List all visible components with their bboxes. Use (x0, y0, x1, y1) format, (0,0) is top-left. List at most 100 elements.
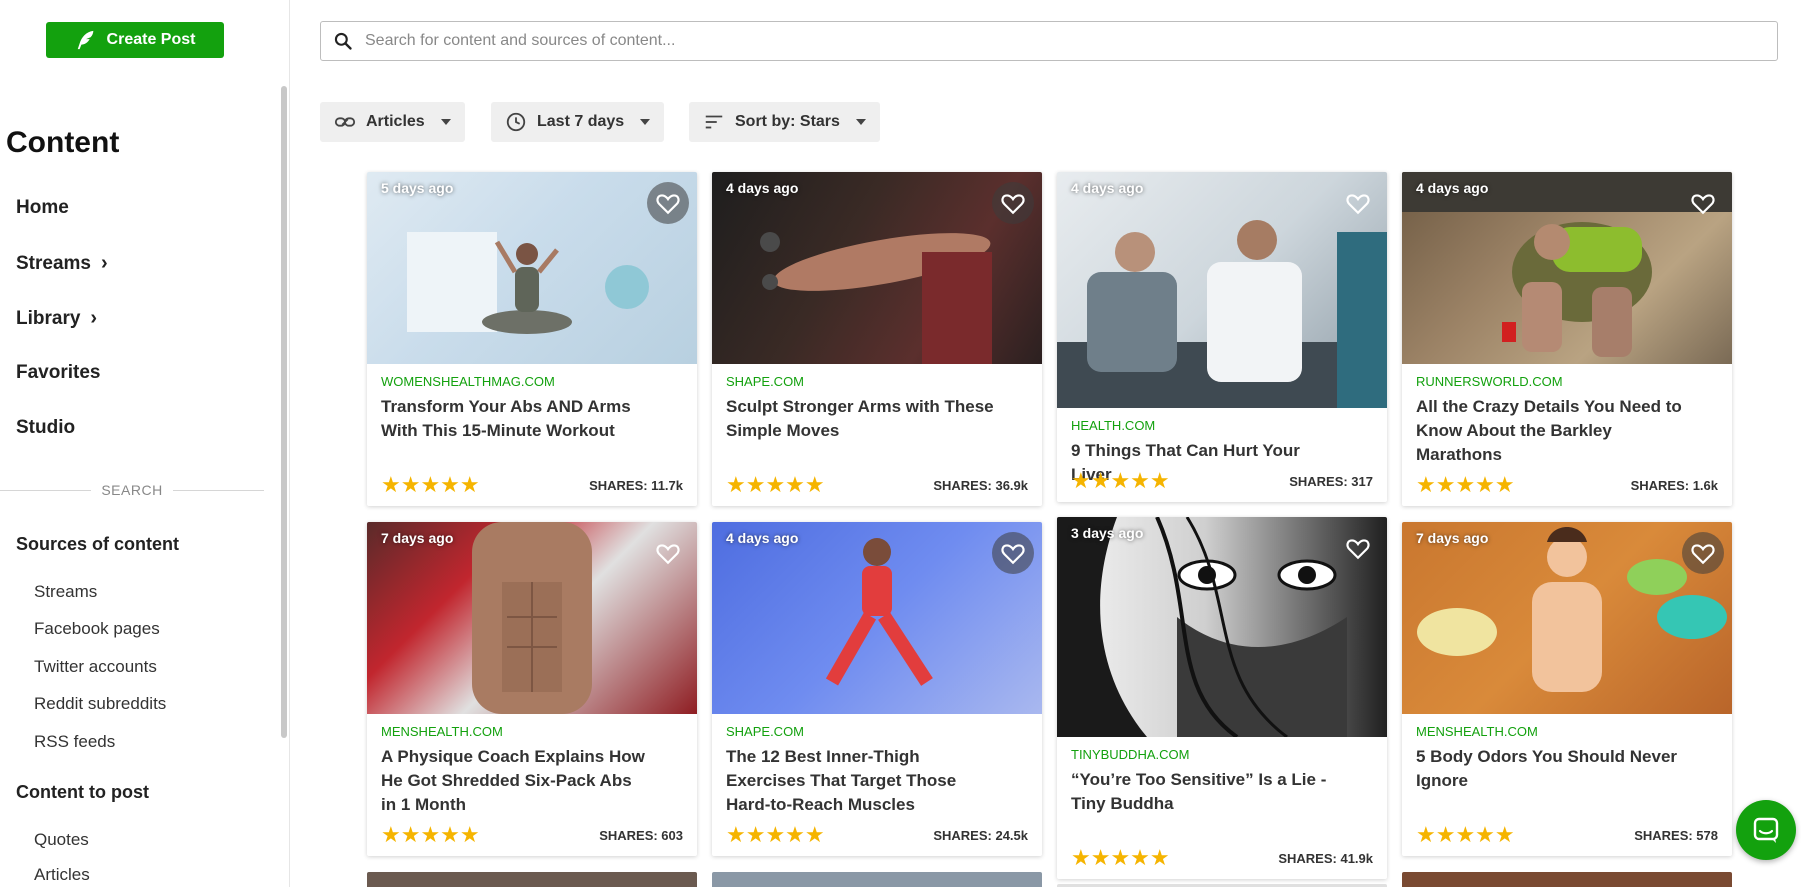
search-icon (334, 32, 352, 50)
article-body: WOMENSHEALTHMAG.COM Transform Your Abs A… (367, 364, 697, 506)
article-body: MENSHEALTH.COM A Physique Coach Explains… (367, 714, 697, 856)
article-card[interactable]: 5 days ago WOMENSHEALTHMAG.COM Transform… (367, 172, 697, 506)
filter-time-range-label: Last 7 days (537, 113, 625, 130)
star-rating: ★★★★★ (726, 822, 825, 847)
article-age: 4 days ago (726, 180, 799, 196)
favorite-button[interactable] (992, 182, 1034, 224)
nav-studio[interactable]: Studio (16, 417, 75, 439)
article-title[interactable]: 5 Body Odors You Should Never Ignore (1416, 745, 1686, 793)
article-thumbnail[interactable]: 4 days ago (712, 522, 1042, 714)
article-source[interactable]: RUNNERSWORLD.COM (1416, 374, 1718, 389)
feather-icon (77, 30, 93, 50)
article-body: HEALTH.COM 9 Things That Can Hurt Your L… (1057, 408, 1387, 502)
sidebar-title: Content (6, 126, 120, 159)
nav-favorites[interactable]: Favorites (16, 362, 100, 384)
article-title[interactable]: The 12 Best Inner-Thigh Exercises That T… (726, 745, 996, 817)
article-thumbnail[interactable]: 4 days ago (712, 172, 1042, 364)
search-bar[interactable] (320, 21, 1778, 61)
source-facebook-pages[interactable]: Facebook pages (34, 619, 160, 639)
article-footer: ★★★★★ SHARES: 603 (381, 822, 683, 848)
article-card[interactable]: 3 days ago TINYBUDDHA.COM “You’re Too Se… (1057, 517, 1387, 879)
article-source[interactable]: SHAPE.COM (726, 724, 1028, 739)
article-footer: ★★★★★ SHARES: 1.6k (1416, 472, 1718, 498)
source-reddit-subreddits[interactable]: Reddit subreddits (34, 694, 166, 714)
article-card-partial[interactable] (367, 872, 697, 887)
article-body: SHAPE.COM The 12 Best Inner-Thigh Exerci… (712, 714, 1042, 856)
nav-library-label: Library (16, 307, 81, 329)
favorite-button[interactable] (1337, 527, 1379, 569)
source-twitter-accounts[interactable]: Twitter accounts (34, 657, 157, 677)
article-card[interactable]: 4 days ago SHAPE.COM Sculpt Stronger Arm… (712, 172, 1042, 506)
heart-icon (1346, 194, 1370, 215)
filter-content-type[interactable]: Articles (320, 102, 465, 142)
article-footer: ★★★★★ SHARES: 11.7k (381, 472, 683, 498)
post-articles[interactable]: Articles (34, 865, 90, 885)
article-card[interactable]: 7 days ago MENSHEALTH.COM A Physique Coa… (367, 522, 697, 856)
article-age: 4 days ago (1416, 180, 1489, 196)
article-age: 7 days ago (381, 530, 454, 546)
favorite-button[interactable] (1682, 532, 1724, 574)
create-post-button[interactable]: Create Post (46, 22, 224, 58)
article-footer: ★★★★★ SHARES: 24.5k (726, 822, 1028, 848)
article-source[interactable]: TINYBUDDHA.COM (1071, 747, 1373, 762)
favorite-button[interactable] (992, 532, 1034, 574)
post-quotes[interactable]: Quotes (34, 830, 89, 850)
article-title[interactable]: Transform Your Abs AND Arms With This 15… (381, 395, 651, 443)
article-body: TINYBUDDHA.COM “You’re Too Sensitive” Is… (1057, 737, 1387, 879)
article-card[interactable]: 7 days ago MENSHEALTH.COM 5 Body Odors Y… (1402, 522, 1732, 856)
article-source[interactable]: MENSHEALTH.COM (1416, 724, 1718, 739)
article-title[interactable]: All the Crazy Details You Need to Know A… (1416, 395, 1686, 467)
filter-sort[interactable]: Sort by: Stars (689, 102, 880, 142)
sidebar-scrollbar[interactable] (281, 86, 287, 738)
article-thumbnail[interactable]: 7 days ago (367, 522, 697, 714)
star-rating: ★★★★★ (1071, 468, 1170, 493)
article-thumbnail[interactable]: 5 days ago (367, 172, 697, 364)
article-age: 4 days ago (1071, 180, 1144, 196)
article-card-partial[interactable] (712, 872, 1042, 887)
heart-icon (656, 194, 680, 215)
sources-heading: Sources of content (16, 534, 180, 554)
source-rss-feeds[interactable]: RSS feeds (34, 732, 115, 752)
favorite-button[interactable] (1337, 182, 1379, 224)
nav-library[interactable]: Library › (16, 307, 97, 330)
star-rating: ★★★★★ (1416, 822, 1515, 847)
article-body: RUNNERSWORLD.COM All the Crazy Details Y… (1402, 364, 1732, 506)
caret-down-icon (440, 119, 451, 125)
filter-sort-label: Sort by: Stars (735, 113, 840, 130)
chat-button[interactable] (1736, 800, 1796, 860)
article-source[interactable]: SHAPE.COM (726, 374, 1028, 389)
favorite-button[interactable] (647, 182, 689, 224)
article-title[interactable]: Sculpt Stronger Arms with These Simple M… (726, 395, 996, 443)
article-title[interactable]: A Physique Coach Explains How He Got Shr… (381, 745, 651, 817)
filter-time-range[interactable]: Last 7 days (491, 102, 665, 142)
article-footer: ★★★★★ SHARES: 578 (1416, 822, 1718, 848)
article-card[interactable]: 4 days ago RUNNERSWORLD.COM All the Craz… (1402, 172, 1732, 506)
article-card-partial[interactable] (1402, 872, 1732, 887)
share-count: SHARES: 1.6k (1630, 477, 1718, 493)
star-rating: ★★★★★ (381, 472, 480, 497)
favorite-button[interactable] (1682, 182, 1724, 224)
link-icon (334, 117, 356, 127)
source-streams[interactable]: Streams (34, 582, 97, 602)
article-title[interactable]: “You’re Too Sensitive” Is a Lie - Tiny B… (1071, 768, 1341, 816)
article-source[interactable]: WOMENSHEALTHMAG.COM (381, 374, 683, 389)
article-card[interactable]: 4 days ago SHAPE.COM The 12 Best Inner-T… (712, 522, 1042, 856)
heart-icon (1346, 539, 1370, 560)
article-age: 4 days ago (726, 530, 799, 546)
nav-streams[interactable]: Streams › (16, 252, 108, 275)
search-input[interactable] (365, 32, 1745, 50)
article-thumbnail[interactable]: 3 days ago (1057, 517, 1387, 737)
chevron-right-icon: › (90, 307, 98, 329)
article-source[interactable]: MENSHEALTH.COM (381, 724, 683, 739)
article-thumbnail[interactable]: 4 days ago (1057, 172, 1387, 408)
article-body: SHAPE.COM Sculpt Stronger Arms with Thes… (712, 364, 1042, 506)
chevron-right-icon: › (101, 252, 108, 274)
filter-content-type-label: Articles (366, 113, 425, 130)
favorite-button[interactable] (647, 532, 689, 574)
article-thumbnail[interactable]: 4 days ago (1402, 172, 1732, 364)
article-card[interactable]: 4 days ago HEALTH.COM 9 Things That Can … (1057, 172, 1387, 502)
article-source[interactable]: HEALTH.COM (1071, 418, 1373, 433)
nav-home[interactable]: Home (16, 197, 69, 219)
article-thumbnail[interactable]: 7 days ago (1402, 522, 1732, 714)
star-rating: ★★★★★ (381, 822, 480, 847)
